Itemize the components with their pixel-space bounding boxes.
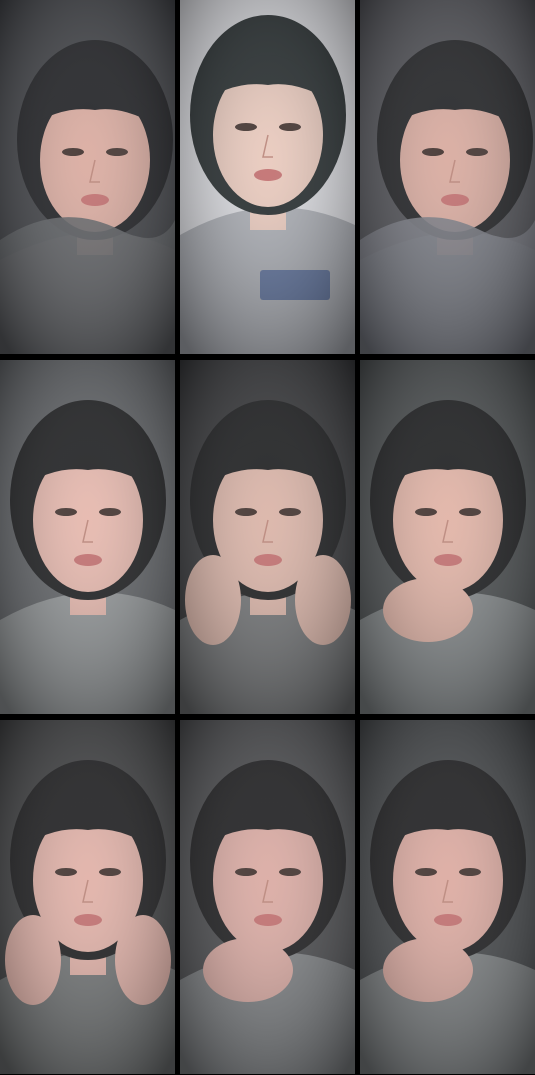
vignette	[0, 360, 175, 714]
vignette	[0, 0, 175, 354]
photo-8-image	[180, 720, 355, 1074]
photo-3	[360, 0, 535, 354]
photo-8	[180, 720, 355, 1074]
photo-6-image	[360, 360, 535, 714]
vignette	[360, 720, 535, 1074]
photo-collage	[0, 0, 535, 1075]
photo-5	[180, 360, 355, 714]
vignette	[180, 360, 355, 714]
vignette	[180, 0, 355, 354]
photo-1-image	[0, 0, 175, 354]
photo-5-image	[180, 360, 355, 714]
photo-9	[360, 720, 535, 1074]
photo-9-image	[360, 720, 535, 1074]
photo-3-image	[360, 0, 535, 354]
vignette	[180, 720, 355, 1074]
vignette	[360, 0, 535, 354]
photo-6	[360, 360, 535, 714]
photo-7	[0, 720, 175, 1074]
vignette	[360, 360, 535, 714]
vignette	[0, 720, 175, 1074]
photo-2-image	[180, 0, 355, 354]
photo-4-image	[0, 360, 175, 714]
photo-4	[0, 360, 175, 714]
photo-7-image	[0, 720, 175, 1074]
photo-1	[0, 0, 175, 354]
photo-2	[180, 0, 355, 354]
